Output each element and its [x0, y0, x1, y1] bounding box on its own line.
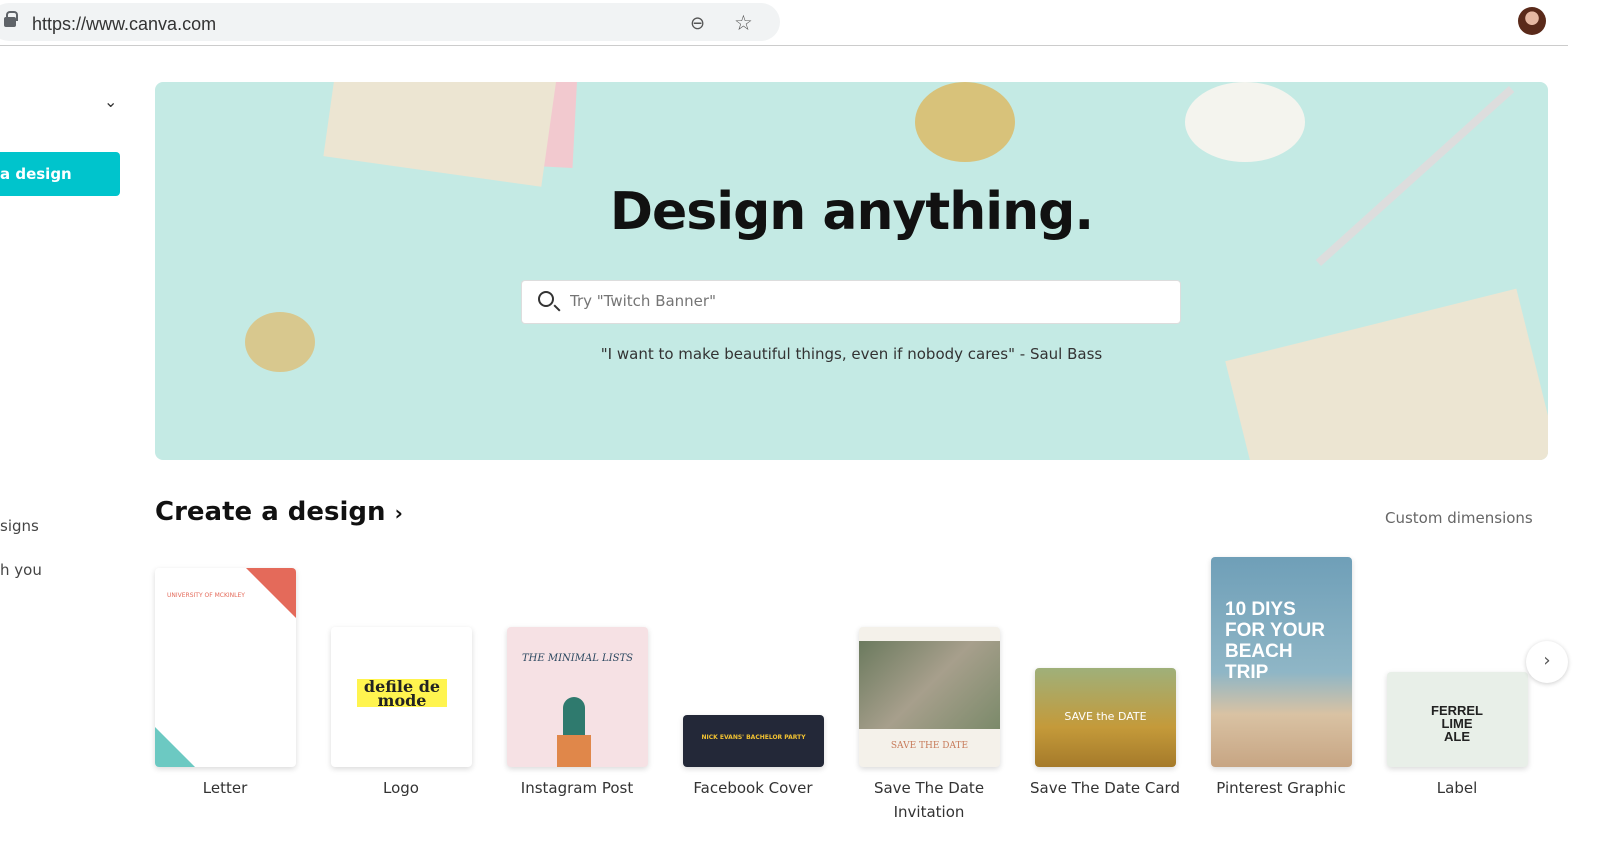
thumb-text: defile de mode — [357, 679, 447, 709]
thumb-text: NICK EVANS' BACHELOR PARTY — [701, 734, 806, 741]
search-input[interactable] — [570, 292, 1160, 310]
address-bar[interactable]: https://www.canva.com ⊖ ☆ — [0, 3, 780, 41]
template-save-the-date-invitation[interactable]: SAVE THE DATE — [859, 627, 1000, 767]
avatar[interactable] — [1518, 7, 1546, 35]
divider — [0, 45, 1568, 46]
search-box[interactable] — [521, 280, 1181, 324]
search-icon — [538, 291, 554, 307]
template-instagram-post[interactable]: THE MINIMAL LISTS — [507, 627, 648, 767]
star-icon[interactable]: ☆ — [734, 11, 753, 35]
thumb-text: 10 DIYS FOR YOUR BEACH TRIP — [1225, 599, 1325, 683]
template-save-the-date-card[interactable]: SAVE the DATE — [1035, 668, 1176, 767]
template-label-facebook[interactable]: Facebook Cover — [665, 776, 841, 800]
template-facebook-cover[interactable]: NICK EVANS' BACHELOR PARTY — [683, 715, 824, 767]
thumb-text: SAVE THE DATE — [890, 741, 969, 751]
chevron-right-icon: › — [394, 501, 403, 525]
template-label-std-invitation[interactable]: Save The Date Invitation — [861, 776, 997, 824]
template-label-logo[interactable]: Logo — [313, 776, 489, 800]
url-text[interactable]: https://www.canva.com — [32, 14, 216, 35]
thumb-text: FERREL LIME ALE — [1431, 703, 1483, 744]
template-label-std-card[interactable]: Save The Date Card — [1017, 776, 1193, 800]
hero-quote: "I want to make beautiful things, even i… — [600, 345, 1103, 363]
template-logo[interactable]: defile de mode — [331, 627, 472, 767]
sidebar-item-shared[interactable]: h you — [0, 561, 42, 579]
lock-icon — [4, 11, 18, 27]
thumb-text: SAVE the DATE — [1064, 710, 1147, 723]
custom-dimensions-link[interactable]: Custom dimensions — [1385, 509, 1533, 527]
template-label[interactable]: FERREL LIME ALE — [1387, 672, 1528, 767]
zoom-out-icon[interactable]: ⊖ — [690, 13, 705, 34]
section-title-text: Create a design — [155, 497, 386, 527]
template-label-label[interactable]: Label — [1369, 776, 1545, 800]
thumb-text: THE MINIMAL LISTS — [521, 653, 633, 664]
template-pinterest-graphic[interactable]: 10 DIYS FOR YOUR BEACH TRIP — [1211, 557, 1352, 767]
template-label-instagram[interactable]: Instagram Post — [489, 776, 665, 800]
section-title[interactable]: Create a design › — [155, 497, 403, 527]
template-label-letter[interactable]: Letter — [137, 776, 313, 800]
chevron-down-icon[interactable]: ⌄ — [104, 92, 117, 111]
hero-title: Design anything. — [609, 182, 1094, 242]
hero-banner: Design anything. "I want to make beautif… — [155, 82, 1548, 460]
create-design-button[interactable]: a design — [0, 152, 120, 196]
thumb-text: UNIVERSITY OF MCKINLEY — [167, 592, 245, 599]
sidebar-item-designs[interactable]: signs — [0, 517, 39, 535]
carousel-next-button[interactable]: › — [1526, 641, 1568, 683]
template-label-pinterest[interactable]: Pinterest Graphic — [1193, 776, 1369, 800]
template-letter[interactable]: UNIVERSITY OF MCKINLEY — [155, 568, 296, 767]
